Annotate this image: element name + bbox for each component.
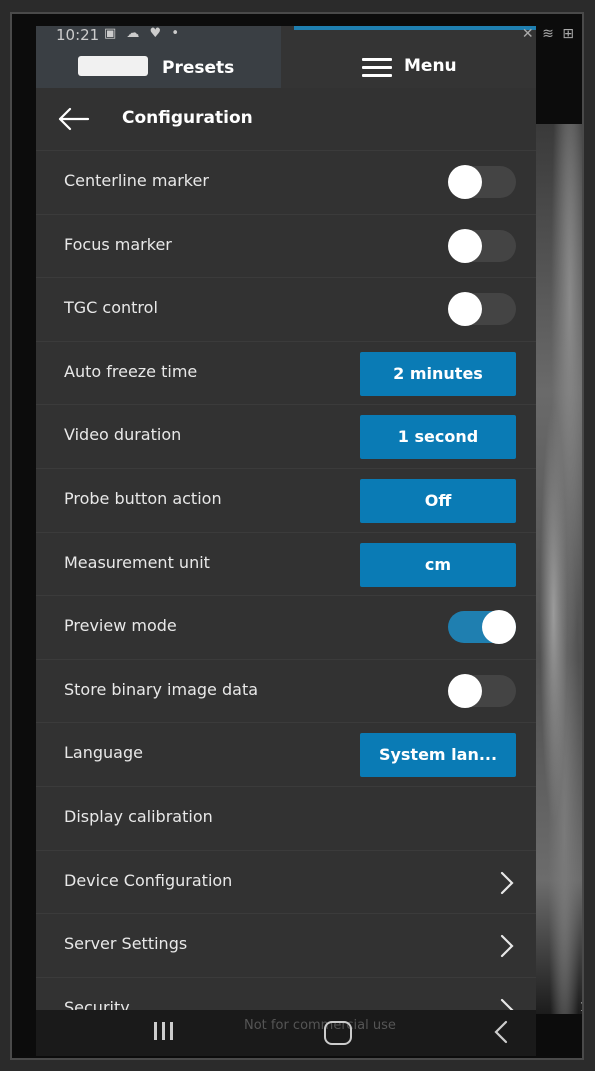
video-duration-value-button[interactable]: 1 second [360,415,516,460]
probe-logo-icon [78,56,148,76]
back-arrow-icon[interactable] [56,106,90,132]
setting-label: Preview mode [64,616,177,636]
setting-label: TGC control [64,298,158,318]
setting-row-video-duration: Video duration 1 second [36,405,536,469]
setting-label: Video duration [64,425,182,445]
setting-label: Focus marker [64,234,172,254]
setting-label: Server Settings [64,934,188,954]
android-nav-bar: Not for commercial use [36,1010,536,1056]
centerline-marker-toggle[interactable] [448,165,516,199]
recents-icon[interactable] [154,1022,178,1044]
setting-row-store-binary-image-data: Store binary image data [36,660,536,724]
setting-label: Centerline marker [64,171,209,190]
notification-icons: ▣ ☁ ♥ • [104,26,183,41]
tgc-control-toggle[interactable] [448,292,516,327]
hamburger-icon [362,58,392,78]
setting-row-language: Language System lan... [36,723,536,787]
configuration-panel: Configuration Centerline marker Focus mar… [36,88,536,1042]
app-frame: 1! Presets Menu 10:21 ▣ ☁ ♥ • ✕ ≋ ⊞ Conf… [10,12,584,1060]
setting-row-focus-marker: Focus marker [36,215,536,279]
auto-freeze-time-value-button[interactable]: 2 minutes [360,351,516,396]
system-status-icons: ✕ ≋ ⊞ [521,26,576,42]
preview-mode-toggle[interactable] [448,610,516,645]
setting-row-auto-freeze-time: Auto freeze time 2 minutes [36,342,536,406]
toggle-knob [448,292,482,327]
toggle-knob [448,673,482,708]
settings-list: Centerline marker Focus marker TGC control… [36,151,536,1042]
presets-label: Presets [162,58,235,78]
home-icon[interactable] [324,1021,352,1045]
status-time: 10:21 [56,26,100,44]
page-title: Configuration [122,108,253,128]
measurement-unit-value-button[interactable]: cm [360,542,516,587]
setting-row-display-calibration[interactable]: Display calibration [36,787,536,851]
setting-row-tgc-control: TGC control [36,278,536,342]
watermark-text: Not for commercial use [244,1018,396,1033]
language-value-button[interactable]: System lan... [360,733,516,778]
toggle-knob [448,165,482,199]
setting-row-centerline-marker: Centerline marker [36,151,536,215]
panel-header: Configuration [36,88,536,151]
probe-button-action-value-button[interactable]: Off [360,478,516,523]
nav-back-icon[interactable] [494,1020,508,1044]
menu-label: Menu [404,56,457,76]
status-bar: 10:21 ▣ ☁ ♥ • ✕ ≋ ⊞ [12,14,582,50]
chevron-right-icon [500,871,514,894]
setting-row-device-configuration[interactable]: Device Configuration [36,851,536,915]
setting-row-measurement-unit: Measurement unit cm [36,533,536,597]
store-binary-image-data-toggle[interactable] [448,673,516,708]
toggle-knob [482,610,516,645]
setting-label: Device Configuration [64,870,233,890]
focus-marker-toggle[interactable] [448,228,516,263]
toggle-knob [448,228,482,263]
setting-label: Probe button action [64,488,222,508]
setting-label: Display calibration [64,806,213,826]
setting-label: Language [64,743,143,763]
setting-row-server-settings[interactable]: Server Settings [36,914,536,978]
setting-row-probe-button-action: Probe button action Off [36,469,536,533]
setting-row-preview-mode: Preview mode [36,596,536,660]
setting-label: Auto freeze time [64,361,198,381]
setting-label: Measurement unit [64,552,210,572]
depth-scale-label: 1! [580,1000,582,1014]
chevron-right-icon [500,935,514,958]
ultrasound-image[interactable] [532,124,582,1014]
setting-label: Store binary image data [64,679,259,699]
